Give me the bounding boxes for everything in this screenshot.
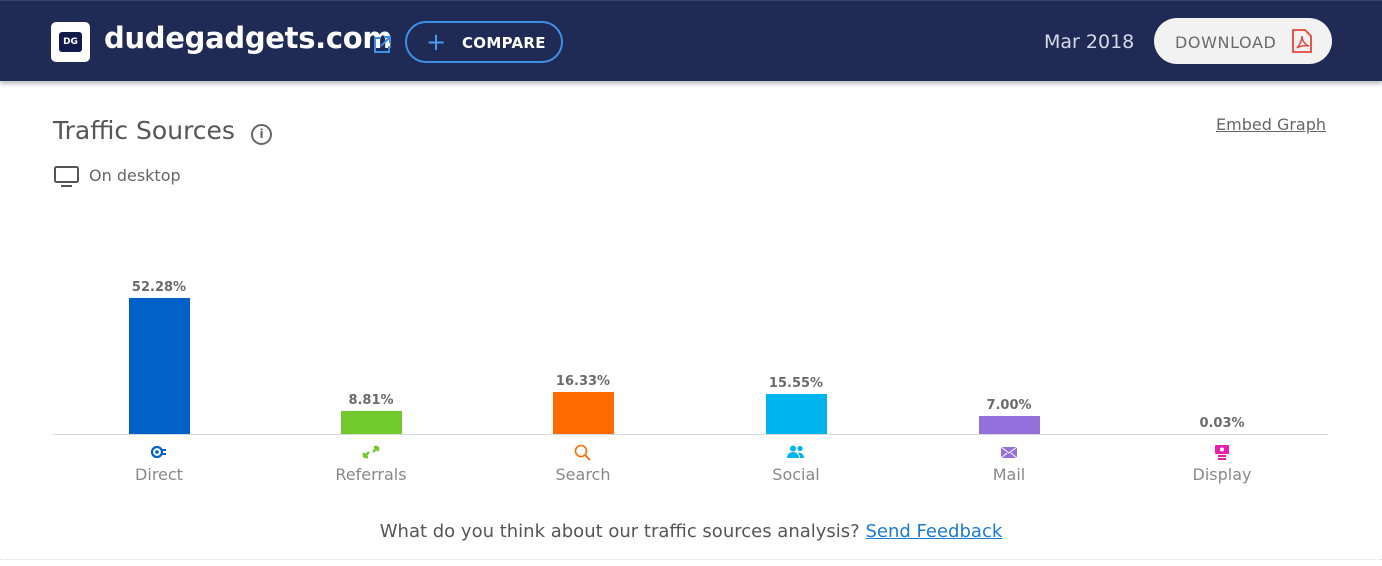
- external-link-icon[interactable]: [372, 35, 392, 55]
- download-button[interactable]: DOWNLOAD: [1154, 18, 1332, 64]
- bar-value-label-display: 0.03%: [1199, 416, 1245, 431]
- info-icon[interactable]: i: [251, 124, 272, 145]
- category-label-display: Display: [1192, 465, 1252, 484]
- pdf-icon: [1292, 29, 1312, 53]
- mail-icon: [999, 444, 1019, 460]
- category-label-mail: Mail: [992, 465, 1026, 484]
- embed-graph-link[interactable]: Embed Graph: [1216, 115, 1326, 134]
- referrals-icon: [361, 444, 381, 460]
- feedback-question: What do you think about our traffic sour…: [379, 521, 860, 542]
- send-feedback-link[interactable]: Send Feedback: [865, 521, 1002, 542]
- bar-value-label-referrals: 8.81%: [348, 393, 394, 408]
- bar-social[interactable]: [765, 394, 827, 434]
- display-icon: [1212, 444, 1232, 460]
- device-label: On desktop: [89, 166, 181, 185]
- footer-divider: [0, 559, 1382, 560]
- plus-icon: +: [426, 28, 447, 56]
- category-label-direct: Direct: [135, 465, 183, 484]
- date-label: Mar 2018: [1044, 31, 1135, 53]
- section-title: Traffic Sources: [53, 116, 235, 145]
- monitor-icon: [54, 166, 79, 187]
- chart-baseline: [53, 434, 1328, 435]
- download-label: DOWNLOAD: [1175, 33, 1277, 52]
- bar-mail[interactable]: [978, 416, 1040, 434]
- compare-label: COMPARE: [462, 34, 546, 52]
- bar-search[interactable]: [552, 392, 614, 434]
- bar-value-label-direct: 52.28%: [131, 280, 187, 295]
- search-icon: [573, 444, 593, 461]
- direct-icon: [149, 444, 169, 460]
- social-icon: [786, 444, 806, 460]
- bar-referrals[interactable]: [340, 411, 402, 434]
- category-label-search: Search: [555, 465, 611, 484]
- bar-value-label-social: 15.55%: [768, 376, 824, 391]
- compare-button[interactable]: + COMPARE: [405, 21, 563, 63]
- site-logo: DG: [51, 22, 90, 62]
- category-label-social: Social: [772, 465, 820, 484]
- bar-value-label-search: 16.33%: [555, 374, 611, 389]
- bar-direct[interactable]: [128, 298, 190, 434]
- feedback-prompt: What do you think about our traffic sour…: [0, 521, 1382, 542]
- bar-value-label-mail: 7.00%: [986, 398, 1032, 413]
- top-bar: DG dudegadgets.com + COMPARE Mar 2018 DO…: [0, 0, 1382, 81]
- site-logo-text: DG: [59, 32, 82, 52]
- site-name: dudegadgets.com: [104, 21, 393, 55]
- category-label-referrals: Referrals: [335, 465, 407, 484]
